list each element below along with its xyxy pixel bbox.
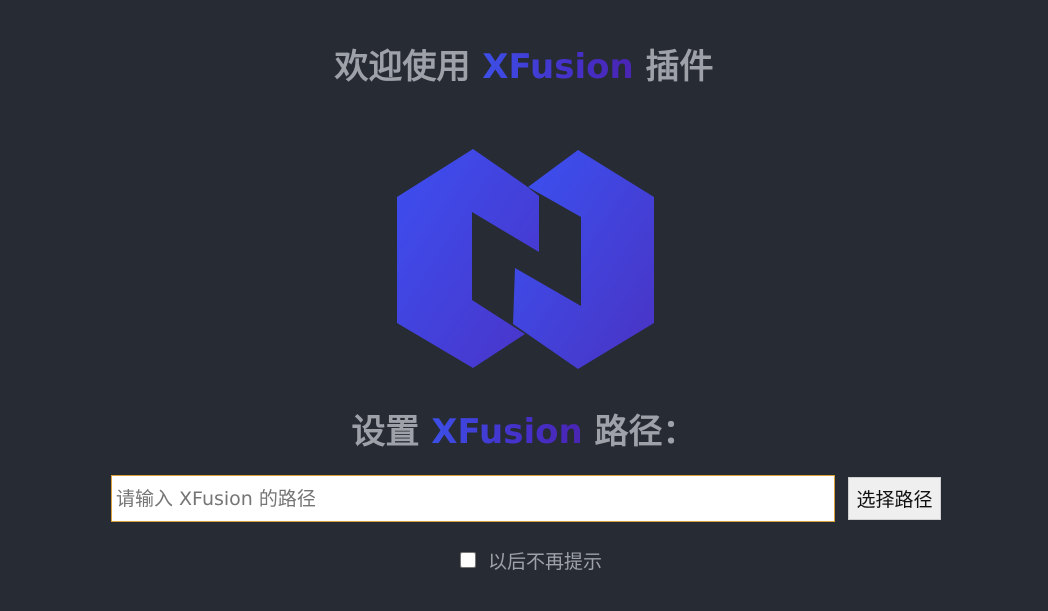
setup-title-suffix: 路径： bbox=[582, 412, 697, 452]
welcome-title-brand: XFusion bbox=[482, 47, 634, 87]
setup-title-prefix: 设置 bbox=[351, 412, 432, 452]
dont-show-again-checkbox[interactable] bbox=[460, 552, 476, 568]
setup-path-title: 设置 XFusion 路径： bbox=[0, 408, 1048, 456]
dont-show-again-option[interactable]: 以后不再提示 bbox=[458, 546, 602, 574]
welcome-title: 欢迎使用 XFusion 插件 bbox=[0, 42, 1048, 92]
logo-left-piece bbox=[397, 149, 539, 368]
welcome-title-prefix: 欢迎使用 bbox=[334, 47, 483, 87]
logo-right-piece bbox=[513, 150, 654, 369]
welcome-page: 欢迎使用 XFusion 插件 设置 XFusion 路径： 选择路径 以后不再… bbox=[0, 0, 1048, 611]
choose-path-button[interactable]: 选择路径 bbox=[848, 477, 941, 520]
xfusion-logo-icon bbox=[397, 149, 654, 369]
setup-title-brand: XFusion bbox=[431, 412, 583, 452]
dont-show-again-label: 以后不再提示 bbox=[488, 550, 603, 573]
xfusion-path-input[interactable] bbox=[111, 475, 835, 522]
welcome-title-suffix: 插件 bbox=[633, 47, 714, 87]
